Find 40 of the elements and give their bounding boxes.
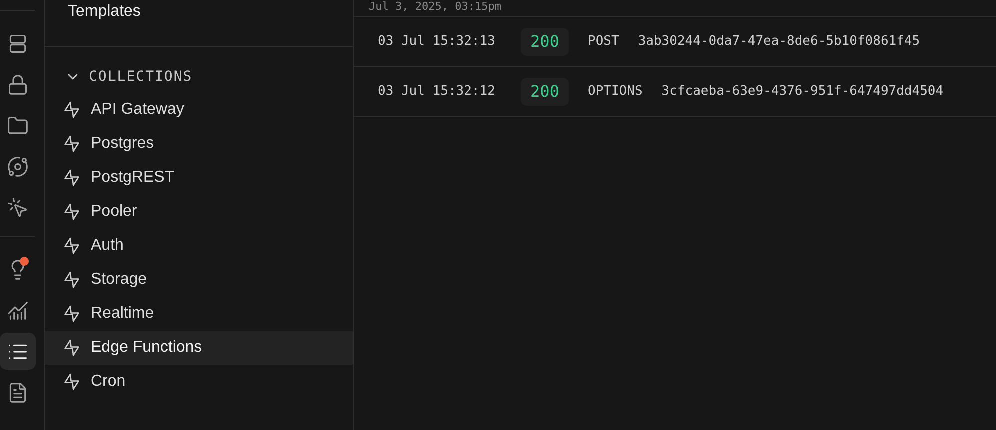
- method: OPTIONS: [588, 84, 643, 99]
- bolt-icon: [63, 203, 81, 221]
- section-header[interactable]: COLLECTIONS: [45, 47, 353, 93]
- stack-icon: [7, 32, 29, 54]
- sidebar-item[interactable]: Cron: [45, 365, 353, 399]
- method: POST: [588, 34, 620, 49]
- request-id: 3cfcaeba-63e9-4376-951f-647497dd4504: [662, 84, 944, 99]
- log-row[interactable]: 03 Jul 15:32:12 200 OPTIONS 3cfcaeba-63e9-4376-951f-647497dd4504: [354, 67, 996, 117]
- sidebar-item[interactable]: Realtime: [45, 297, 353, 331]
- sidebar-item[interactable]: Templates: [45, 0, 353, 46]
- status-badge: 200: [521, 78, 569, 106]
- sidebar-item[interactable]: Edge Functions: [45, 331, 353, 365]
- bolt-icon: [63, 101, 81, 119]
- status-badge: 200: [521, 28, 569, 56]
- bolt-icon: [63, 169, 81, 187]
- timestamp: 03 Jul 15:32:13: [378, 34, 496, 49]
- chart-icon: [7, 300, 29, 322]
- bolt-icon: [63, 271, 81, 289]
- sidebar-item[interactable]: Auth: [45, 229, 353, 263]
- notification-dot: [20, 257, 29, 266]
- orbit-icon: [7, 156, 29, 178]
- bolt-icon: [63, 373, 81, 391]
- sidebar-item[interactable]: PostgREST: [45, 161, 353, 195]
- nav-button[interactable]: [0, 333, 36, 370]
- request-id: 3ab30244-0da7-47ea-8de6-5b10f0861f45: [638, 34, 920, 49]
- bolt-icon: [63, 237, 81, 255]
- timestamp: 03 Jul 15:32:12: [378, 84, 496, 99]
- sidebar-item[interactable]: Pooler: [45, 195, 353, 229]
- cursor-click-icon: [7, 196, 29, 218]
- document-icon: [7, 382, 29, 404]
- sidebar-item[interactable]: Postgres: [45, 127, 353, 161]
- date-header: Jul 3, 2025, 03:15pm: [354, 0, 996, 17]
- sidebar-item[interactable]: API Gateway: [45, 93, 353, 127]
- log-row[interactable]: 03 Jul 15:32:13 200 POST 3ab30244-0da7-47ea-8de6-5b10f0861f45: [354, 17, 996, 67]
- bolt-icon: [63, 305, 81, 323]
- sidebar-item[interactable]: Storage: [45, 263, 353, 297]
- bolt-icon: [63, 339, 81, 357]
- folder-icon: [7, 114, 29, 136]
- bolt-icon: [63, 135, 81, 153]
- lock-icon: [7, 74, 29, 96]
